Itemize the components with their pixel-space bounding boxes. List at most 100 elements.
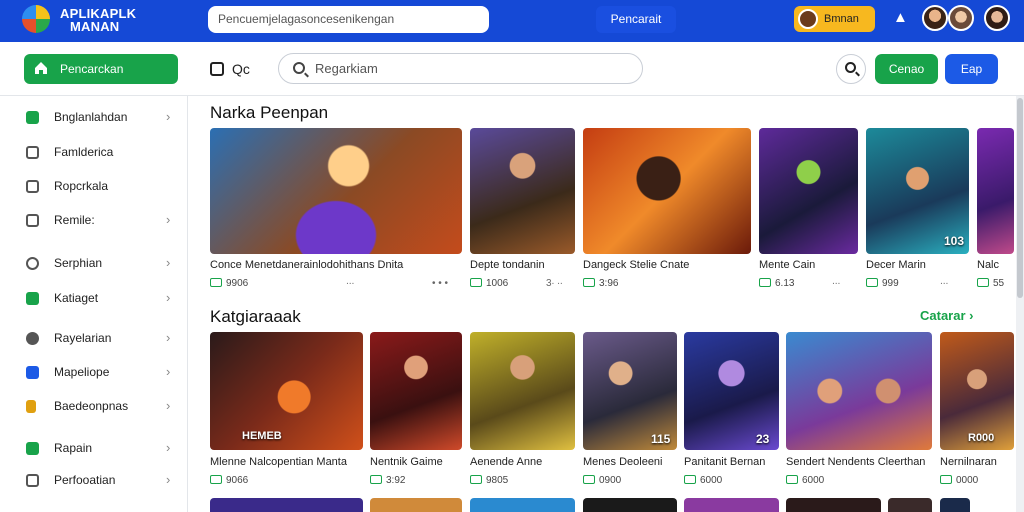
- sidebar-item[interactable]: Famlderica: [0, 139, 188, 165]
- game-badge: 23: [756, 432, 770, 446]
- game-meta: 1006: [470, 278, 508, 289]
- search-icon: [293, 62, 305, 74]
- download-icon: [210, 475, 222, 484]
- game-title[interactable]: Nalc: [977, 259, 1014, 271]
- download-icon: [470, 278, 482, 287]
- game-meta-value: 0000: [956, 475, 979, 486]
- game-thumbnail[interactable]: [940, 498, 970, 512]
- scrollbar[interactable]: [1016, 96, 1024, 512]
- more-icon[interactable]: • • •: [432, 278, 448, 289]
- see-all-link[interactable]: Catarar ›: [920, 308, 973, 323]
- game-title[interactable]: Decer Marin: [866, 259, 969, 271]
- game-title[interactable]: Panitanit Bernan: [684, 456, 779, 468]
- calendar-icon: [26, 146, 39, 159]
- sidebar-item[interactable]: Bnglanlahdan ›: [0, 104, 188, 130]
- sidebar-item[interactable]: Remile: ›: [0, 207, 188, 233]
- sidebar-item[interactable]: Rayelarian ›: [0, 325, 188, 351]
- game-title[interactable]: Dangeck Stelie Cnate: [583, 259, 751, 271]
- game-thumbnail[interactable]: [210, 332, 363, 450]
- download-icon: [370, 475, 382, 484]
- home-button[interactable]: Pencarckan: [24, 54, 178, 84]
- sidebar-item[interactable]: Mapeliope ›: [0, 359, 188, 385]
- sidebar-item[interactable]: Serphian ›: [0, 250, 188, 276]
- game-title[interactable]: Mente Cain: [759, 259, 858, 271]
- book-icon[interactable]: [210, 62, 224, 76]
- gift-icon: [26, 442, 39, 455]
- blue-action-button[interactable]: Eap: [945, 54, 998, 84]
- sidebar-item[interactable]: Katiaget ›: [0, 285, 188, 311]
- game-thumbnail[interactable]: [370, 498, 462, 512]
- game-thumbnail[interactable]: [210, 128, 462, 254]
- home-label: Pencarckan: [60, 62, 124, 76]
- game-meta-value: 3:92: [386, 475, 406, 486]
- sidebar-item[interactable]: Rapain ›: [0, 435, 188, 461]
- logo-line-2: MANAN: [70, 19, 120, 34]
- game-title[interactable]: Nentnik Gaime: [370, 456, 462, 468]
- user-avatar-3[interactable]: [984, 5, 1010, 31]
- game-meta: 9906: [210, 278, 248, 289]
- game-title[interactable]: Mlenne Nalcopentian Manta: [210, 456, 363, 468]
- user-avatar-1[interactable]: [922, 5, 948, 31]
- game-thumbnail[interactable]: [470, 128, 575, 254]
- game-thumbnail[interactable]: [684, 498, 779, 512]
- sidebar-item-label: Mapeliope: [54, 365, 110, 379]
- sidebar-item[interactable]: Baedeonpnas ›: [0, 393, 188, 419]
- sidebar-item[interactable]: Perfooatian ›: [0, 467, 188, 493]
- top-search-input[interactable]: Pencuemjelagasoncesenikengan: [208, 6, 489, 33]
- chevron-right-icon: ›: [166, 398, 171, 413]
- chevron-right-icon: ›: [166, 440, 171, 455]
- game-thumbnail[interactable]: [470, 498, 575, 512]
- category-icon: [26, 111, 39, 124]
- game-meta: 55: [977, 278, 1004, 289]
- game-meta: 6.13: [759, 278, 794, 289]
- promo-avatar-icon: [798, 9, 818, 29]
- game-title[interactable]: Sendert Nendents Cleerthan: [786, 456, 932, 468]
- chevron-right-icon: ›: [166, 212, 171, 227]
- game-meta: 3:96: [583, 278, 618, 289]
- game-thumbnail[interactable]: [210, 498, 363, 512]
- chevron-right-icon: ›: [166, 290, 171, 305]
- top-navbar: APLIKAPLK MANAN Pencuemjelagasoncesenike…: [0, 0, 1024, 42]
- game-thumbnail[interactable]: [470, 332, 575, 450]
- game-thumbnail[interactable]: [759, 128, 858, 254]
- top-search-button[interactable]: Pencarait: [596, 6, 676, 33]
- app-logo-text[interactable]: APLIKAPLK MANAN: [60, 7, 136, 33]
- sidebar-item-label: Rayelarian: [54, 331, 112, 345]
- search-button[interactable]: [836, 54, 866, 84]
- promo-button[interactable]: Bmnan: [794, 6, 875, 32]
- game-title[interactable]: Conce Menetdanerainlodohithans Dnita: [210, 259, 460, 271]
- game-badge: HEMEB: [242, 430, 282, 442]
- search-input[interactable]: Regarkiam: [278, 53, 643, 84]
- green-action-button[interactable]: Cenao: [875, 54, 938, 84]
- game-meta-value: 0900: [599, 475, 622, 486]
- edit-icon: [26, 214, 39, 227]
- document-icon: [26, 180, 39, 193]
- game-meta-value: 999: [882, 278, 899, 289]
- user-avatar-2[interactable]: [948, 5, 974, 31]
- game-thumbnail[interactable]: [583, 128, 751, 254]
- sidebar-item-label: Famlderica: [54, 145, 114, 159]
- game-meta-value: 9805: [486, 475, 509, 486]
- game-thumbnail[interactable]: [370, 332, 462, 450]
- section-title-featured: Narka Peenpan: [210, 103, 329, 122]
- game-thumbnail[interactable]: [786, 332, 932, 450]
- game-meta: 0000: [940, 475, 978, 486]
- game-stats: ∙∙∙: [940, 278, 949, 289]
- game-meta: 6000: [684, 475, 722, 486]
- game-thumbnail[interactable]: [888, 498, 932, 512]
- qc-label[interactable]: Qc: [232, 61, 250, 77]
- sidebar-item[interactable]: Ropcrkala: [0, 173, 188, 199]
- game-title[interactable]: Menes Deoleeni: [583, 456, 677, 468]
- game-thumbnail[interactable]: [583, 498, 677, 512]
- app-logo-icon[interactable]: [22, 5, 50, 33]
- scrollbar-thumb[interactable]: [1017, 98, 1023, 298]
- game-thumbnail[interactable]: [977, 128, 1014, 254]
- download-icon: [940, 475, 952, 484]
- download-icon: [786, 475, 798, 484]
- game-title[interactable]: Depte tondanin: [470, 259, 575, 271]
- notification-icon[interactable]: ▲: [893, 9, 908, 26]
- game-meta-value: 9066: [226, 475, 249, 486]
- game-thumbnail[interactable]: [786, 498, 881, 512]
- game-title[interactable]: Nernilnaran: [940, 456, 1014, 468]
- game-title[interactable]: Aenende Anne: [470, 456, 575, 468]
